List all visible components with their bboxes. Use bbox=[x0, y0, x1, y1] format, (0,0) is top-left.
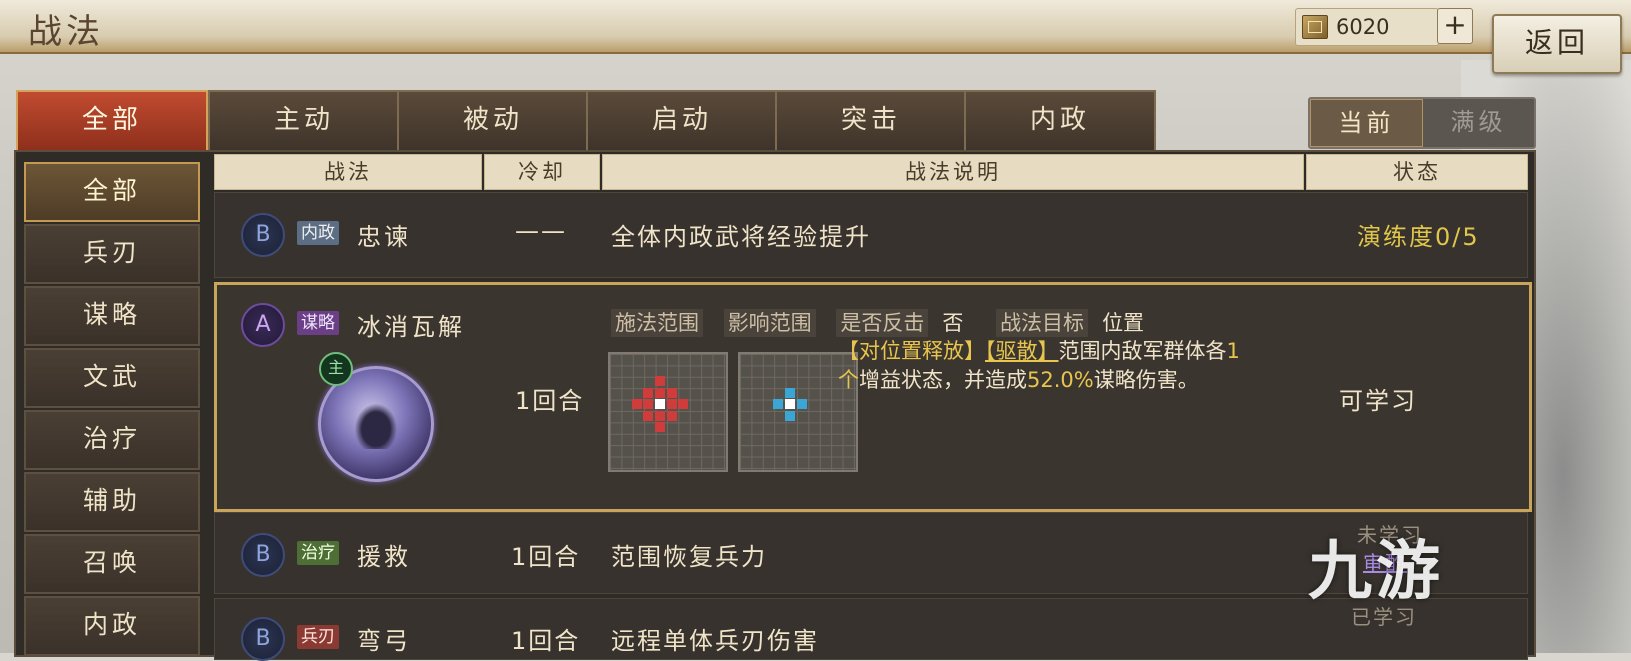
grade-badge: A bbox=[241, 303, 285, 347]
skill-name: 弯弓 bbox=[357, 627, 411, 655]
desc-highlight-position: 【对位置释放】 bbox=[838, 339, 985, 363]
header-cooldown: 冷却 bbox=[484, 154, 600, 190]
header-status: 状态 bbox=[1306, 154, 1528, 190]
status-text: 可学习 bbox=[1339, 387, 1417, 415]
cooldown-value: 1回合 bbox=[515, 387, 585, 415]
page-title: 战法 bbox=[28, 12, 104, 52]
desc-highlight-dispel: 【驱散】 bbox=[985, 339, 1059, 363]
tab-all[interactable]: 全部 bbox=[16, 90, 208, 152]
skill-description: 范围恢复兵力 bbox=[611, 543, 767, 571]
header-description: 战法说明 bbox=[602, 154, 1304, 190]
header-skill: 战法 bbox=[214, 154, 482, 190]
counter-label: 是否反击 bbox=[836, 309, 929, 337]
desc-text: 范围内敌军群体各 bbox=[1058, 339, 1227, 363]
sidebar-item-strategy[interactable]: 谋略 bbox=[24, 286, 200, 346]
sidebar-item-weapon[interactable]: 兵刃 bbox=[24, 224, 200, 284]
target-label: 战法目标 bbox=[996, 309, 1089, 337]
watermark-logo: 九游 bbox=[1308, 535, 1444, 609]
table-row[interactable]: B 内政 忠谏 —— 全体内政武将经验提升 演练度0/5 bbox=[214, 192, 1528, 278]
tab-trigger[interactable]: 启动 bbox=[586, 90, 778, 152]
cast-range-label: 施法范围 bbox=[611, 309, 703, 337]
grade-badge: B bbox=[241, 213, 285, 257]
sidebar-item-heal[interactable]: 治疗 bbox=[24, 410, 200, 470]
tab-internal[interactable]: 内政 bbox=[964, 90, 1156, 152]
tab-passive[interactable]: 被动 bbox=[397, 90, 589, 152]
cooldown-value: 1回合 bbox=[511, 627, 581, 655]
level-max-button[interactable]: 满级 bbox=[1423, 99, 1534, 147]
skill-name: 忠谏 bbox=[357, 223, 411, 251]
sidebar-item-support[interactable]: 辅助 bbox=[24, 472, 200, 532]
skill-description: 全体内政武将经验提升 bbox=[611, 223, 871, 251]
cooldown-value: —— bbox=[515, 217, 567, 245]
skill-name: 冰消瓦解 bbox=[357, 313, 465, 341]
sidebar-item-civil-military[interactable]: 文武 bbox=[24, 348, 200, 408]
type-tag: 治疗 bbox=[297, 541, 339, 565]
status-text: 演练度0/5 bbox=[1357, 223, 1480, 251]
desc-highlight-percent: 52.0% bbox=[1027, 368, 1094, 392]
range-labels: 施法范围 影响范围 是否反击否 战法目标 位置 bbox=[611, 307, 1158, 337]
grade-badge: B bbox=[241, 617, 285, 661]
back-button[interactable]: 返回 bbox=[1492, 14, 1622, 74]
tab-assault[interactable]: 突击 bbox=[775, 90, 967, 152]
cooldown-value: 1回合 bbox=[511, 543, 581, 571]
type-tag: 兵刃 bbox=[297, 625, 339, 649]
desc-text: 谋略伤害。 bbox=[1093, 368, 1199, 392]
affect-range-label: 影响范围 bbox=[723, 309, 816, 337]
scroll-coin-icon bbox=[1302, 15, 1328, 39]
currency-display: 6020 bbox=[1295, 8, 1439, 46]
level-current-button[interactable]: 当前 bbox=[1310, 99, 1423, 147]
counter-value: 否 bbox=[942, 311, 964, 335]
sidebar-item-summon[interactable]: 召唤 bbox=[24, 534, 200, 594]
level-toggle: 当前 满级 bbox=[1308, 97, 1536, 149]
grade-badge: B bbox=[241, 533, 285, 577]
sidebar-item-all[interactable]: 全部 bbox=[24, 162, 200, 222]
type-tag: 谋略 bbox=[297, 311, 339, 335]
skill-name: 援救 bbox=[357, 543, 411, 571]
tab-active[interactable]: 主动 bbox=[208, 90, 400, 152]
target-value: 位置 bbox=[1102, 311, 1145, 335]
currency-value: 6020 bbox=[1336, 15, 1390, 39]
skill-description: 远程单体兵刃伤害 bbox=[611, 627, 819, 655]
desc-text: 增益状态，并造成 bbox=[859, 368, 1027, 392]
sidebar-item-internal[interactable]: 内政 bbox=[24, 596, 200, 656]
add-currency-button[interactable]: + bbox=[1437, 8, 1473, 44]
type-tag: 内政 bbox=[297, 221, 339, 245]
main-badge: 主 bbox=[319, 352, 353, 386]
skill-detail-description: 【对位置释放】【驱散】范围内敌军群体各1个增益状态，并造成52.0%谋略伤害。 bbox=[838, 337, 1258, 395]
cast-range-grid bbox=[608, 352, 728, 472]
